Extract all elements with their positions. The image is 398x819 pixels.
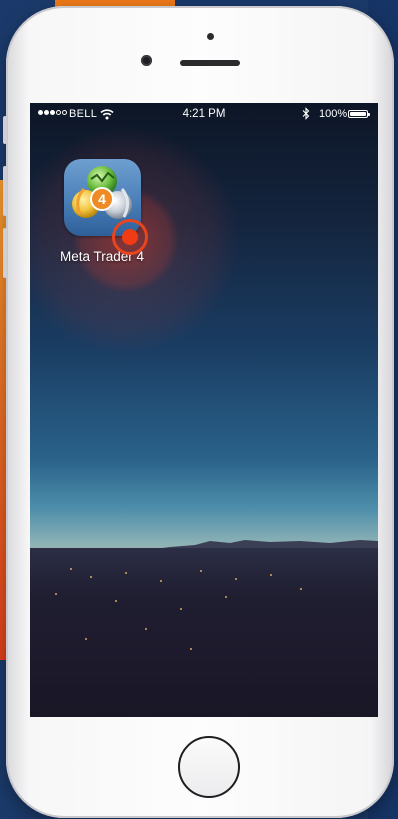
volume-down-button xyxy=(3,228,7,278)
earpiece-speaker xyxy=(180,60,240,66)
bluetooth-icon xyxy=(302,107,310,120)
front-camera xyxy=(141,55,152,66)
phone-screen: BELL 4:21 PM 100% 4 Meta Trader 4 xyxy=(30,103,378,717)
status-bar: BELL 4:21 PM 100% xyxy=(30,103,378,127)
home-button[interactable] xyxy=(178,736,240,798)
proximity-sensor xyxy=(207,33,214,40)
app-badge-number: 4 xyxy=(98,191,106,207)
battery-icon xyxy=(348,110,370,118)
app-label: Meta Trader 4 xyxy=(59,249,145,264)
battery-percent: 100% xyxy=(319,108,348,120)
mute-switch xyxy=(3,116,7,144)
city-landscape xyxy=(30,548,378,717)
tap-marker-icon xyxy=(112,219,148,255)
volume-up-button xyxy=(3,166,7,216)
